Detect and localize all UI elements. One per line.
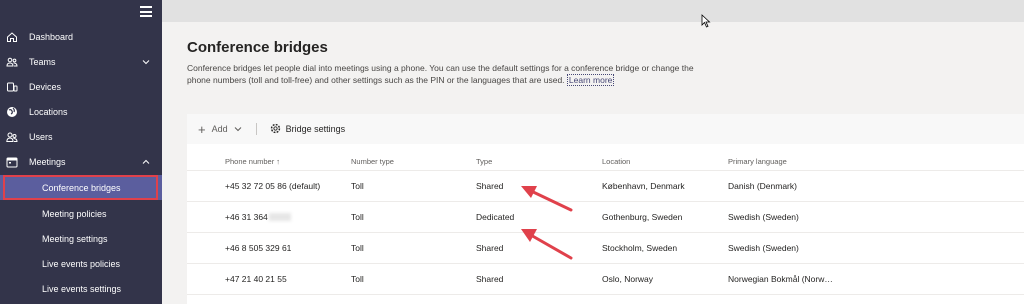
table-row[interactable]: +46 8 505 329 61 Toll Shared Stockholm, … — [187, 232, 1024, 264]
sidebar-item-label: Meetings — [29, 156, 66, 167]
cell-number-type: Toll — [351, 232, 476, 264]
column-header-primary-language[interactable]: Primary language — [728, 154, 1024, 171]
cell-location: Stockholm, Sweden — [602, 232, 728, 264]
add-button[interactable]: + Add — [198, 122, 242, 137]
cell-type: Dedicated — [476, 201, 602, 233]
sidebar-item-conference-bridges[interactable]: Conference bridges — [0, 175, 162, 200]
chevron-down-icon — [234, 124, 242, 134]
cell-type: Shared — [476, 170, 602, 202]
sidebar-item-locations[interactable]: Locations — [0, 99, 162, 124]
page-description-text: Conference bridges let people dial into … — [187, 63, 694, 85]
table-row[interactable]: +45 32 72 05 86 (default) Toll Shared Kø… — [187, 170, 1024, 202]
bridges-card: + Add Bridge settings Phone number ↑ Num… — [187, 114, 1024, 304]
toolbar: + Add Bridge settings — [187, 114, 1024, 144]
sidebar-item-teams[interactable]: Teams — [0, 49, 162, 74]
users-icon — [6, 131, 18, 143]
page-description: Conference bridges let people dial into … — [187, 62, 697, 86]
table-header-row: Phone number ↑ Number type Type Location… — [187, 154, 1024, 171]
sort-arrow-icon: ↑ — [276, 157, 281, 167]
bridge-settings-button[interactable]: Bridge settings — [270, 123, 346, 136]
sidebar-item-meeting-settings[interactable]: Meeting settings — [0, 226, 162, 251]
sidebar-item-users[interactable]: Users — [0, 124, 162, 149]
devices-icon — [6, 81, 18, 93]
globe-icon — [6, 106, 18, 118]
sidebar-item-meeting-policies[interactable]: Meeting policies — [0, 201, 162, 226]
column-header-location[interactable]: Location — [602, 154, 728, 171]
sidebar-item-label: Meeting settings — [42, 233, 108, 244]
cell-type: Shared — [476, 232, 602, 264]
content-pane: Conference bridges Conference bridges le… — [162, 22, 1024, 304]
cell-type: Shared — [476, 263, 602, 295]
teams-icon — [6, 56, 18, 68]
cell-number-type: Toll — [351, 201, 476, 233]
cell-phone-number: +46 31 364 — [187, 201, 351, 233]
top-bar — [162, 0, 1024, 22]
cell-location: Oslo, Norway — [602, 263, 728, 295]
page-title: Conference bridges — [187, 39, 328, 56]
chevron-down-icon[interactable] — [142, 57, 150, 67]
sidebar-item-label: Devices — [29, 81, 62, 92]
sidebar-item-devices[interactable]: Devices — [0, 74, 162, 99]
hamburger-menu-icon[interactable] — [140, 6, 152, 17]
home-icon — [6, 31, 18, 43]
toolbar-divider — [255, 123, 257, 135]
cell-phone-number: +45 32 72 05 86 (default) — [187, 170, 351, 202]
sidebar-item-dashboard[interactable]: Dashboard — [0, 24, 162, 49]
sidebar-item-label: Meeting policies — [42, 208, 107, 219]
sidebar-item-label: Teams — [29, 56, 56, 67]
table-row[interactable]: +47 21 40 21 55 Toll Shared Oslo, Norway… — [187, 263, 1024, 295]
bridge-settings-label: Bridge settings — [285, 124, 346, 134]
sidebar-item-meetings[interactable]: Meetings — [0, 149, 162, 174]
sidebar-item-label: Dashboard — [29, 31, 74, 42]
sidebar-item-live-events-policies[interactable]: Live events policies — [0, 251, 162, 276]
bridges-table: Phone number ↑ Number type Type Location… — [187, 154, 1024, 295]
cell-phone-number: +47 21 40 21 55 — [187, 263, 351, 295]
sidebar: Dashboard Teams Devices Locations Users … — [0, 0, 162, 304]
table-row[interactable]: +46 31 364 Toll Dedicated Gothenburg, Sw… — [187, 201, 1024, 233]
add-button-label: Add — [211, 124, 228, 134]
cell-primary-language: Swedish (Sweden) — [728, 232, 1024, 264]
cell-phone-number: +46 8 505 329 61 — [187, 232, 351, 264]
cell-primary-language: Norwegian Bokmål (Norw… — [728, 263, 1024, 295]
cell-number-type: Toll — [351, 170, 476, 202]
sidebar-item-label: Locations — [29, 106, 68, 117]
column-header-type[interactable]: Type — [476, 154, 602, 171]
cell-location: København, Denmark — [602, 170, 728, 202]
sidebar-item-label: Conference bridges — [42, 182, 121, 193]
sidebar-item-label: Live events policies — [42, 258, 121, 269]
cell-primary-language: Danish (Denmark) — [728, 170, 1024, 202]
cell-primary-language: Swedish (Sweden) — [728, 201, 1024, 233]
cell-number-type: Toll — [351, 263, 476, 295]
cell-location: Gothenburg, Sweden — [602, 201, 728, 233]
sidebar-item-label: Live events settings — [42, 283, 122, 294]
column-header-phone-number[interactable]: Phone number ↑ — [187, 154, 351, 171]
sidebar-item-label: Users — [29, 131, 53, 142]
plus-icon: + — [198, 121, 206, 137]
chevron-up-icon[interactable] — [142, 157, 150, 167]
learn-more-link[interactable]: Learn more — [566, 74, 615, 86]
sidebar-item-live-events-settings[interactable]: Live events settings — [0, 276, 162, 301]
meetings-icon — [6, 156, 18, 168]
main-area: Conference bridges Conference bridges le… — [162, 0, 1024, 304]
column-header-number-type[interactable]: Number type — [351, 154, 476, 171]
gear-icon — [270, 123, 286, 136]
redacted-blur — [268, 213, 291, 222]
mouse-cursor-icon — [701, 14, 711, 28]
